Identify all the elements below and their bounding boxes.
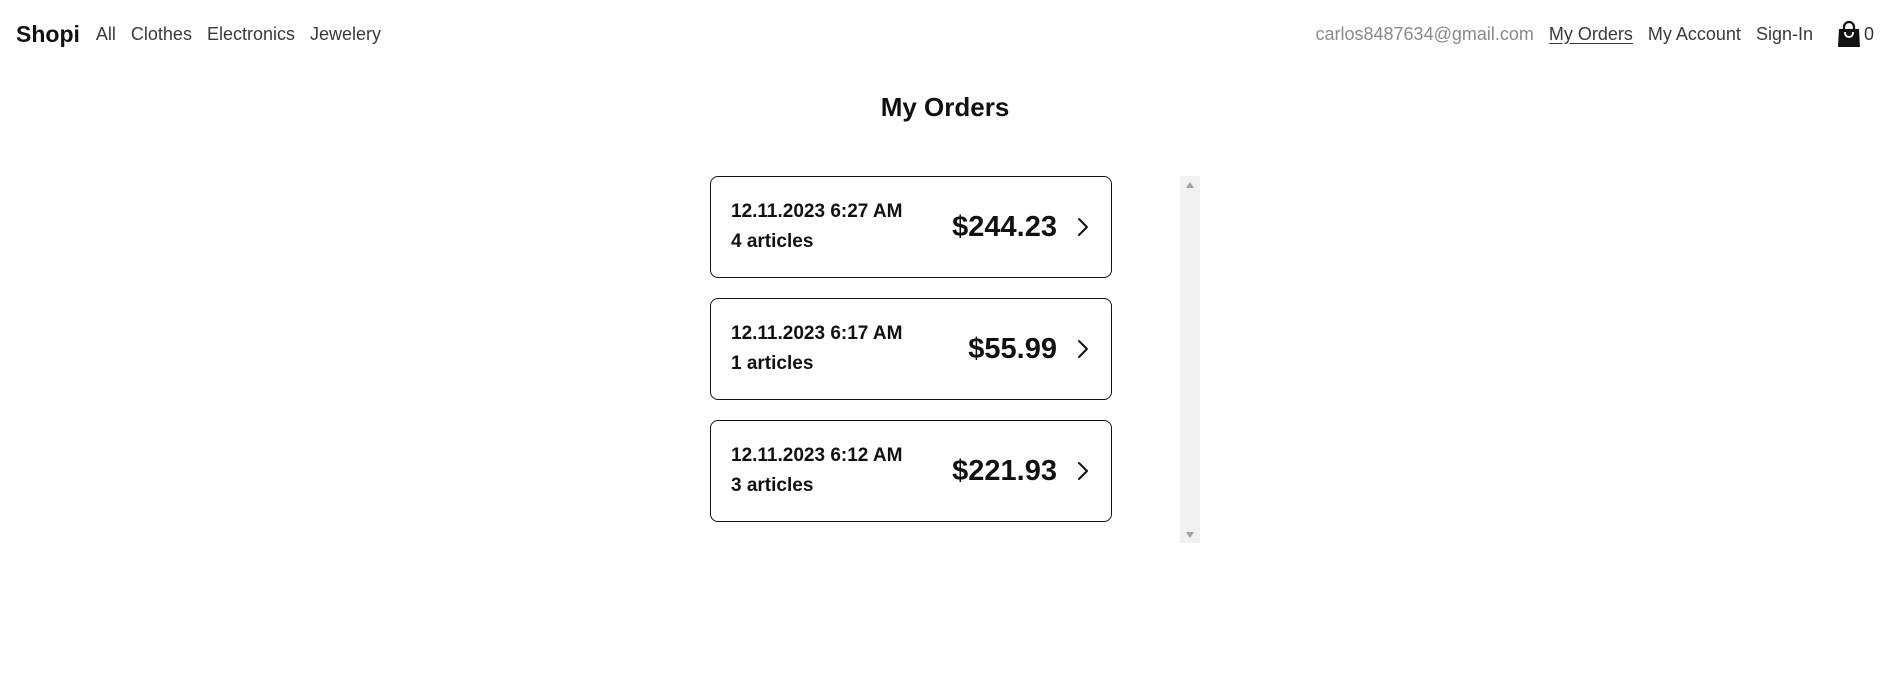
order-summary: $244.23 — [952, 211, 1089, 244]
order-total-price: $55.99 — [968, 332, 1057, 365]
nav-right: carlos8487634@gmail.com My Orders My Acc… — [1315, 20, 1874, 48]
nav-category-electronics[interactable]: Electronics — [207, 24, 295, 45]
nav-my-account[interactable]: My Account — [1648, 24, 1741, 45]
order-total-price: $221.93 — [952, 454, 1057, 487]
order-date: 12.11.2023 6:27 AM — [731, 201, 903, 222]
order-info: 12.11.2023 6:12 AM 3 articles — [731, 445, 902, 497]
nav-category-clothes[interactable]: Clothes — [131, 24, 192, 45]
order-card[interactable]: 12.11.2023 6:17 AM 1 articles $55.99 — [710, 298, 1112, 400]
order-total-price: $244.23 — [952, 210, 1057, 243]
brand-logo[interactable]: Shopi — [16, 21, 80, 48]
scroll-up-arrow-icon[interactable] — [1180, 176, 1200, 193]
chevron-right-icon[interactable] — [1077, 217, 1089, 237]
shopping-bag-icon — [1837, 20, 1860, 47]
order-date: 12.11.2023 6:12 AM — [731, 445, 903, 466]
order-summary: $55.99 — [968, 333, 1089, 366]
chevron-right-icon[interactable] — [1077, 339, 1089, 359]
nav-sign-in[interactable]: Sign-In — [1756, 24, 1813, 45]
user-email: carlos8487634@gmail.com — [1315, 23, 1534, 44]
scroll-down-arrow-icon[interactable] — [1180, 526, 1200, 543]
order-card[interactable]: 12.11.2023 6:27 AM 4 articles $244.23 — [710, 176, 1112, 278]
nav-category-all[interactable]: All — [96, 24, 116, 45]
orders-list: 12.11.2023 6:27 AM 4 articles $244.23 12… — [710, 176, 1112, 522]
order-summary: $221.93 — [952, 455, 1089, 488]
nav-my-orders[interactable]: My Orders — [1549, 24, 1633, 45]
order-articles-count: 3 articles — [731, 475, 814, 496]
order-articles-count: 1 articles — [731, 353, 814, 374]
nav-category-jewelery[interactable]: Jewelery — [310, 24, 381, 45]
cart-button[interactable]: 0 — [1836, 20, 1874, 48]
chevron-right-icon[interactable] — [1077, 461, 1089, 481]
order-articles-count: 4 articles — [731, 231, 814, 252]
orders-scrollbar[interactable] — [1180, 176, 1200, 543]
order-date: 12.11.2023 6:17 AM — [731, 323, 903, 344]
nav-left: Shopi All Clothes Electronics Jewelery — [16, 21, 381, 48]
cart-count: 0 — [1863, 23, 1874, 44]
order-info: 12.11.2023 6:27 AM 4 articles — [731, 201, 902, 253]
top-navbar: Shopi All Clothes Electronics Jewelery c… — [0, 0, 1890, 68]
page-title: My Orders — [880, 92, 1010, 122]
order-card[interactable]: 12.11.2023 6:12 AM 3 articles $221.93 — [710, 420, 1112, 522]
order-info: 12.11.2023 6:17 AM 1 articles — [731, 323, 902, 375]
